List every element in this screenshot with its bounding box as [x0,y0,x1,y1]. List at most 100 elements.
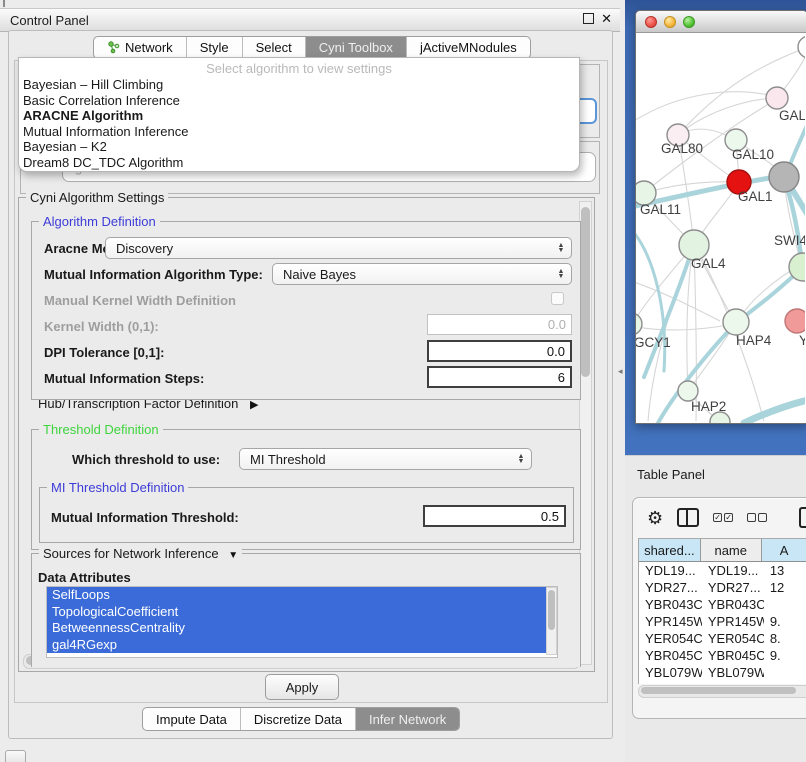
zoom-traffic-light[interactable] [683,16,695,28]
cell-name[interactable]: YBR045C [702,648,764,663]
which-threshold-label: Which threshold to use: [72,452,220,467]
tab-network[interactable]: Network [94,37,187,58]
table-row[interactable]: YPR145W YPR145W 9. [639,613,806,630]
node-gray[interactable] [769,162,799,192]
select-all-icon[interactable]: ✓ ✓ [713,513,733,522]
sources-group-title[interactable]: Sources for Network Inference ▼ [39,546,242,561]
settings-vertical-scrollbar-thumb[interactable] [581,207,590,377]
cell-shared-name[interactable]: YBR043C [639,597,702,612]
tab-style[interactable]: Style [187,37,243,58]
cell-shared-name[interactable]: YDL19... [639,563,702,578]
cell-shared-name[interactable]: YDR27... [639,580,702,595]
tab-cyni-toolbox[interactable]: Cyni Toolbox [306,37,407,58]
cell-shared-name[interactable]: YLR345W [639,682,702,684]
cell-name[interactable]: YDR27... [702,580,764,595]
cell-name[interactable]: YDL19... [702,563,764,578]
tab-impute-data[interactable]: Impute Data [143,708,241,730]
which-threshold-combobox[interactable]: MI Threshold ▲▼ [239,448,532,470]
table-row[interactable]: YDR27... YDR27... 12 [639,579,806,596]
manual-kernel-checkbox[interactable] [551,292,564,305]
popup-item-aracne[interactable]: ARACNE Algorithm [19,108,579,124]
tab-infer-network[interactable]: Infer Network [356,708,459,730]
node-gal-pink[interactable] [766,87,788,109]
kernel-width-field[interactable] [427,314,572,335]
column-header-shared-name[interactable]: shared... [639,539,701,561]
node-gcy1[interactable] [636,313,642,335]
tab-discretize-data[interactable]: Discretize Data [241,708,356,730]
cell-value[interactable]: 9. [764,648,806,663]
dpi-tolerance-field[interactable] [427,340,572,362]
close-icon[interactable]: ✕ [601,12,612,25]
mi-type-label: Mutual Information Algorithm Type: [44,267,263,282]
attr-item-gal4rgexp[interactable]: gal4RGexp [47,637,557,654]
attr-list-scrollbar-thumb[interactable] [548,590,555,630]
cell-shared-name[interactable]: YBL079W [639,665,702,680]
aracne-mode-combobox[interactable]: Discovery ▲▼ [105,237,572,259]
float-window-icon[interactable] [583,13,594,24]
network-graph: GAL80 GAL10 GAL1 GAL11 GAL4 SWI4 GCY1 HA… [636,33,805,423]
cell-shared-name[interactable]: YPR145W [639,614,702,629]
node-unlabeled-top[interactable] [798,36,805,58]
column-header-clipped[interactable]: A [762,539,806,561]
popup-item-bayesian-hill-climbing[interactable]: Bayesian – Hill Climbing [19,77,579,93]
table-horizontal-scrollbar[interactable] [638,685,806,698]
cell-name[interactable]: YER054C [702,631,764,646]
sources-title-label: Sources for Network Inference [43,546,219,561]
table-row[interactable]: YER054C YER054C 8. [639,630,806,647]
deselect-all-icon[interactable] [747,513,767,522]
label-hap2: HAP2 [691,399,726,414]
minimized-panel-button[interactable] [5,750,26,762]
cell-name[interactable]: YPR145W [702,614,764,629]
table-row[interactable]: YBR043C YBR043C [639,596,806,613]
cell-shared-name[interactable]: YBR045C [639,648,702,663]
label-gal80: GAL80 [661,141,703,156]
tab-select[interactable]: Select [243,37,306,58]
column-header-name[interactable]: name [701,539,762,561]
column-browser-icon[interactable] [677,508,699,527]
minimize-traffic-light[interactable] [664,16,676,28]
label-gal10: GAL10 [732,147,774,162]
table-row[interactable]: YBL079W YBL079W [639,664,806,681]
network-canvas[interactable]: GAL80 GAL10 GAL1 GAL11 GAL4 SWI4 GCY1 HA… [636,33,805,423]
cell-value[interactable]: 12 [764,580,806,595]
network-window-titlebar[interactable] [636,11,806,33]
popup-item-mutual-information[interactable]: Mutual Information Inference [19,124,579,140]
apply-button[interactable]: Apply [265,674,339,700]
node-hap2[interactable] [678,381,698,401]
cell-shared-name[interactable]: YER054C [639,631,702,646]
attr-item-selfloops[interactable]: SelfLoops [47,587,557,604]
attr-item-betweennesscentrality[interactable]: BetweennessCentrality [47,620,557,637]
mi-threshold-label: Mutual Information Threshold: [51,510,239,525]
splitter-collapse-icon[interactable]: ◂ [618,366,623,377]
mi-steps-field[interactable] [427,366,572,388]
cell-value[interactable]: 8. [764,631,806,646]
cell-value[interactable]: 13 [764,563,806,578]
node-hap4[interactable] [723,309,749,335]
cell-value[interactable]: 9. [764,614,806,629]
gear-icon[interactable]: ⚙ [647,509,663,527]
attr-item-topologicalcoefficient[interactable]: TopologicalCoefficient [47,604,557,621]
checked-checkbox-icon: ✓ [713,513,722,522]
cell-name[interactable]: YBL079W [702,665,764,680]
algorithm-definition-group: Algorithm Definition Aracne Mode: Discov… [31,221,581,400]
table-row[interactable]: YDL19... YDL19... 13 [639,562,806,579]
close-traffic-light[interactable] [645,16,657,28]
mi-type-combobox[interactable]: Naive Bayes ▲▼ [272,263,572,285]
tab-jactivemnodules[interactable]: jActiveMNodules [407,37,530,58]
label-hap4: HAP4 [736,333,772,348]
popup-item-basic-correlation[interactable]: Basic Correlation Inference [19,93,579,109]
cell-value[interactable]: 9. [764,682,806,684]
mi-threshold-field[interactable] [423,505,566,527]
popup-item-dream8[interactable]: Dream8 DC_TDC Algorithm [19,155,579,171]
cell-name[interactable]: YLR345W [702,682,764,684]
cell-name[interactable]: YBR043C [702,597,764,612]
table-horizontal-scrollbar-thumb[interactable] [641,687,796,694]
which-threshold-value: MI Threshold [240,452,514,467]
table-function-icon[interactable] [799,507,806,528]
attr-list-scrollbar[interactable] [546,587,557,655]
mi-threshold-definition-title: MI Threshold Definition [47,480,188,495]
node-salmon[interactable] [785,309,805,333]
popup-item-bayesian-k2[interactable]: Bayesian – K2 [19,139,579,155]
table-row[interactable]: YLR345W YLR345W 9. [639,681,806,684]
table-row[interactable]: YBR045C YBR045C 9. [639,647,806,664]
